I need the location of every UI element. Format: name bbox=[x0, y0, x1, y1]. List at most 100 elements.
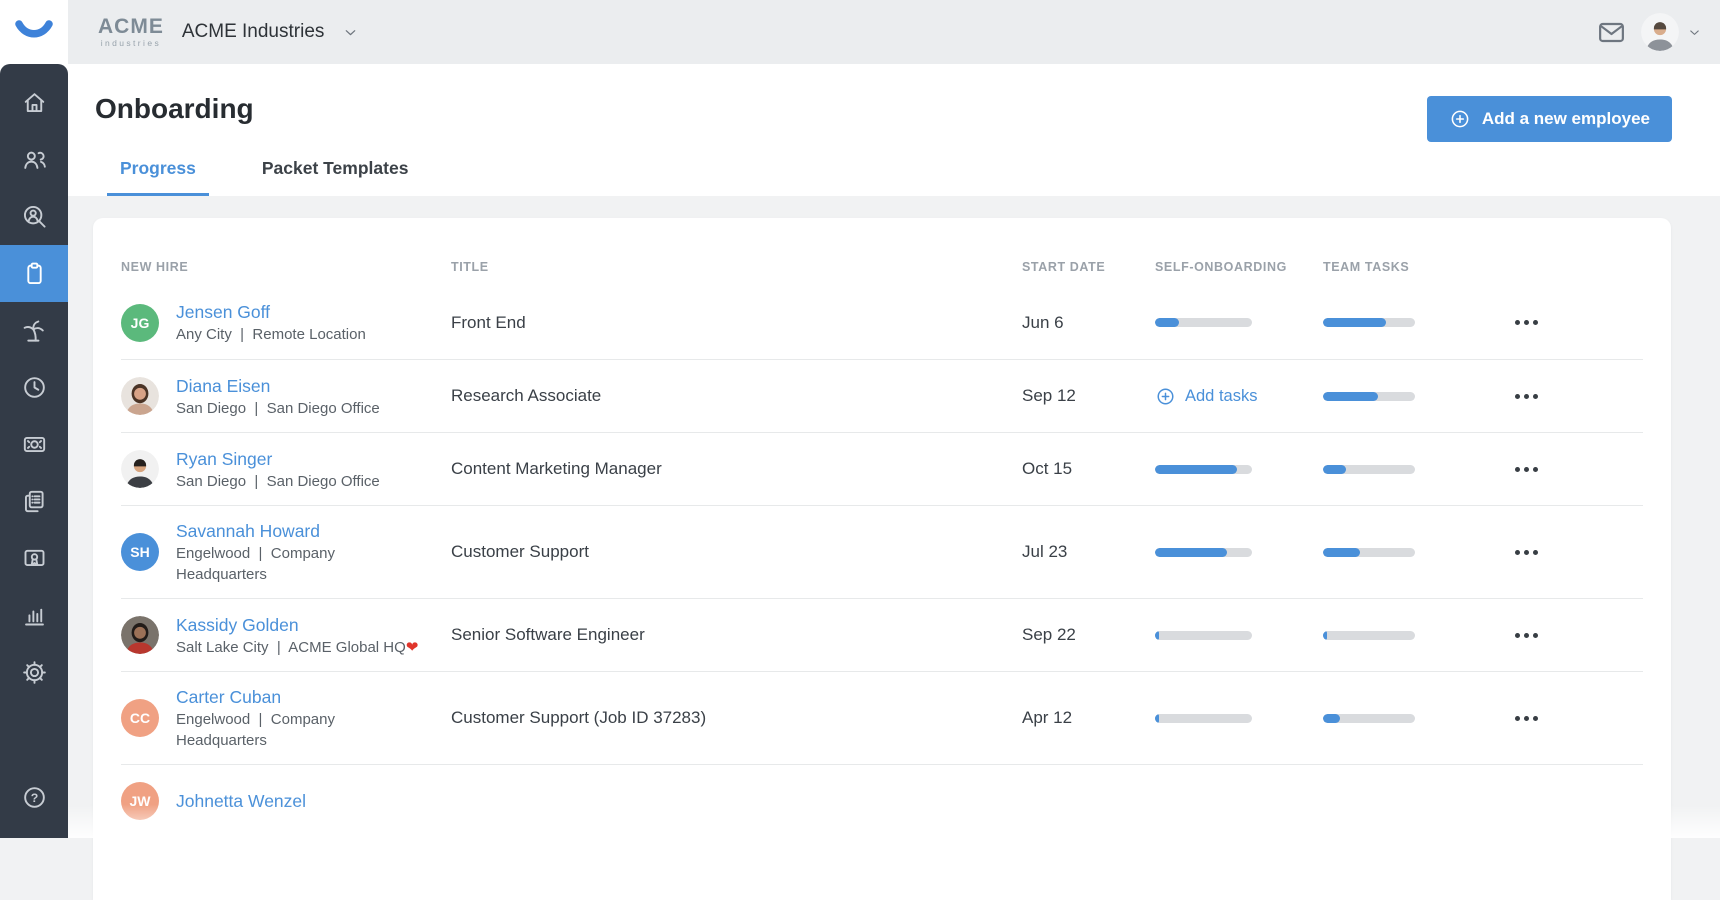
employee-location: Headquarters bbox=[176, 730, 335, 751]
chevron-down-icon bbox=[1687, 25, 1702, 40]
actions-cell bbox=[1481, 461, 1643, 478]
job-title-cell: Front End bbox=[451, 313, 1022, 333]
employee-name-link[interactable]: Ryan Singer bbox=[176, 447, 380, 471]
progress-bar-fill bbox=[1155, 548, 1227, 557]
sidebar-item-home[interactable] bbox=[0, 74, 68, 131]
start-date-cell: Jun 6 bbox=[1022, 313, 1155, 333]
start-date-cell: Sep 22 bbox=[1022, 625, 1155, 645]
team-tasks-cell bbox=[1323, 631, 1481, 640]
new-hire-cell: JW Johnetta Wenzel bbox=[121, 782, 451, 820]
progress-bar-fill bbox=[1155, 465, 1237, 474]
progress-bar-fill bbox=[1323, 548, 1360, 557]
employee-name-link[interactable]: Carter Cuban bbox=[176, 685, 335, 709]
self-onboarding-cell bbox=[1155, 631, 1323, 640]
table-body: JGJensen GoffAny City | Remote LocationF… bbox=[121, 286, 1643, 837]
sidebar-item-people-search[interactable] bbox=[0, 188, 68, 245]
employee-location: Engelwood | Company bbox=[176, 543, 335, 564]
team-tasks-cell bbox=[1323, 318, 1481, 327]
employee-avatar: JG bbox=[121, 304, 159, 342]
actions-cell bbox=[1481, 388, 1643, 405]
row-menu-button[interactable] bbox=[1513, 461, 1540, 478]
start-date-cell: Apr 12 bbox=[1022, 708, 1155, 728]
home-icon bbox=[21, 89, 48, 116]
self-onboarding-cell bbox=[1155, 318, 1323, 327]
tab-bar: Progress Packet Templates bbox=[107, 158, 1672, 196]
heart-emoji: ❤ bbox=[406, 639, 419, 656]
company-logo-text: ACME bbox=[98, 16, 164, 37]
tab-progress[interactable]: Progress bbox=[107, 158, 209, 196]
employee-name-link[interactable]: Savannah Howard bbox=[176, 519, 335, 543]
app-logo[interactable] bbox=[0, 0, 68, 64]
topbar: ACME industries ACME Industries bbox=[68, 0, 1720, 64]
new-hire-cell: Diana EisenSan Diego | San Diego Office bbox=[121, 374, 451, 419]
progress-bar bbox=[1323, 392, 1415, 401]
sidebar-item-time-clock[interactable] bbox=[0, 359, 68, 416]
clock-icon bbox=[21, 374, 48, 401]
sidebar-item-onboarding[interactable] bbox=[0, 245, 68, 302]
table-row: Diana EisenSan Diego | San Diego OfficeR… bbox=[121, 359, 1643, 432]
main-column: ACME industries ACME Industries bbox=[68, 0, 1720, 838]
row-menu-button[interactable] bbox=[1513, 388, 1540, 405]
employee-name-link[interactable]: Kassidy Golden bbox=[176, 613, 418, 637]
row-menu-button[interactable] bbox=[1513, 710, 1540, 727]
chevron-down-icon bbox=[342, 24, 359, 41]
employee-name-link[interactable]: Diana Eisen bbox=[176, 374, 380, 398]
sidebar-item-reports[interactable] bbox=[0, 587, 68, 644]
sidebar-item-people[interactable] bbox=[0, 131, 68, 188]
sidebar-item-help[interactable]: ? bbox=[0, 769, 68, 826]
column-header-self-onboarding: SELF-ONBOARDING bbox=[1155, 260, 1323, 274]
column-header-team-tasks: TEAM TASKS bbox=[1323, 260, 1481, 274]
table-row: JW Johnetta Wenzel bbox=[121, 764, 1643, 837]
employee-name-link[interactable]: Jensen Goff bbox=[176, 300, 366, 324]
column-header-title: TITLE bbox=[451, 260, 1022, 274]
employee-location: Salt Lake City | ACME Global HQ❤ bbox=[176, 637, 418, 658]
self-onboarding-cell bbox=[1155, 465, 1323, 474]
team-tasks-cell bbox=[1323, 392, 1481, 401]
people-icon bbox=[21, 146, 48, 173]
avatar-initials: JW bbox=[130, 793, 151, 809]
start-date-cell: Jul 23 bbox=[1022, 542, 1155, 562]
add-tasks-link[interactable]: Add tasks bbox=[1155, 386, 1323, 407]
user-avatar bbox=[1641, 13, 1679, 51]
employee-avatar-photo bbox=[121, 450, 159, 488]
bar-chart-icon bbox=[21, 602, 48, 629]
company-selector[interactable]: ACME industries ACME Industries bbox=[98, 16, 359, 48]
job-title-cell: Customer Support (Job ID 37283) bbox=[451, 708, 1022, 728]
documents-icon bbox=[21, 488, 48, 515]
sidebar-item-settings[interactable] bbox=[0, 644, 68, 701]
team-tasks-cell bbox=[1323, 548, 1481, 557]
job-title-cell: Research Associate bbox=[451, 386, 1022, 406]
new-hire-cell: CCCarter CubanEngelwood | CompanyHeadqua… bbox=[121, 685, 451, 751]
sidebar-nav: ? bbox=[0, 64, 68, 838]
sidebar-item-payroll[interactable] bbox=[0, 416, 68, 473]
progress-bar bbox=[1323, 465, 1415, 474]
mail-icon[interactable] bbox=[1596, 17, 1627, 48]
company-logo-subtext: industries bbox=[98, 39, 164, 48]
progress-bar bbox=[1323, 548, 1415, 557]
profile-menu[interactable] bbox=[1641, 13, 1702, 51]
job-title-cell: Content Marketing Manager bbox=[451, 459, 1022, 479]
self-onboarding-cell: Add tasks bbox=[1155, 386, 1323, 407]
row-menu-button[interactable] bbox=[1513, 314, 1540, 331]
self-onboarding-cell bbox=[1155, 548, 1323, 557]
add-tasks-label: Add tasks bbox=[1185, 387, 1257, 406]
new-hire-text: Savannah HowardEngelwood | CompanyHeadqu… bbox=[176, 519, 335, 585]
sidebar-item-performance[interactable] bbox=[0, 530, 68, 587]
progress-bar bbox=[1155, 714, 1252, 723]
avatar-initials: JG bbox=[131, 315, 150, 331]
sidebar-item-time-off[interactable] bbox=[0, 302, 68, 359]
row-menu-button[interactable] bbox=[1513, 627, 1540, 644]
tab-packet-templates[interactable]: Packet Templates bbox=[249, 158, 422, 196]
column-header-start-date: START DATE bbox=[1022, 260, 1155, 274]
progress-bar-fill bbox=[1323, 318, 1386, 327]
self-onboarding-cell bbox=[1155, 714, 1323, 723]
add-employee-button[interactable]: Add a new employee bbox=[1427, 96, 1672, 142]
column-header-new-hire: NEW HIRE bbox=[121, 260, 451, 274]
new-hire-text: Carter CubanEngelwood | CompanyHeadquart… bbox=[176, 685, 335, 751]
svg-text:?: ? bbox=[30, 791, 38, 805]
row-menu-button[interactable] bbox=[1513, 544, 1540, 561]
employee-name-link[interactable]: Johnetta Wenzel bbox=[176, 789, 306, 813]
sidebar-item-documents[interactable] bbox=[0, 473, 68, 530]
progress-bar bbox=[1155, 465, 1252, 474]
start-date-cell: Sep 12 bbox=[1022, 386, 1155, 406]
